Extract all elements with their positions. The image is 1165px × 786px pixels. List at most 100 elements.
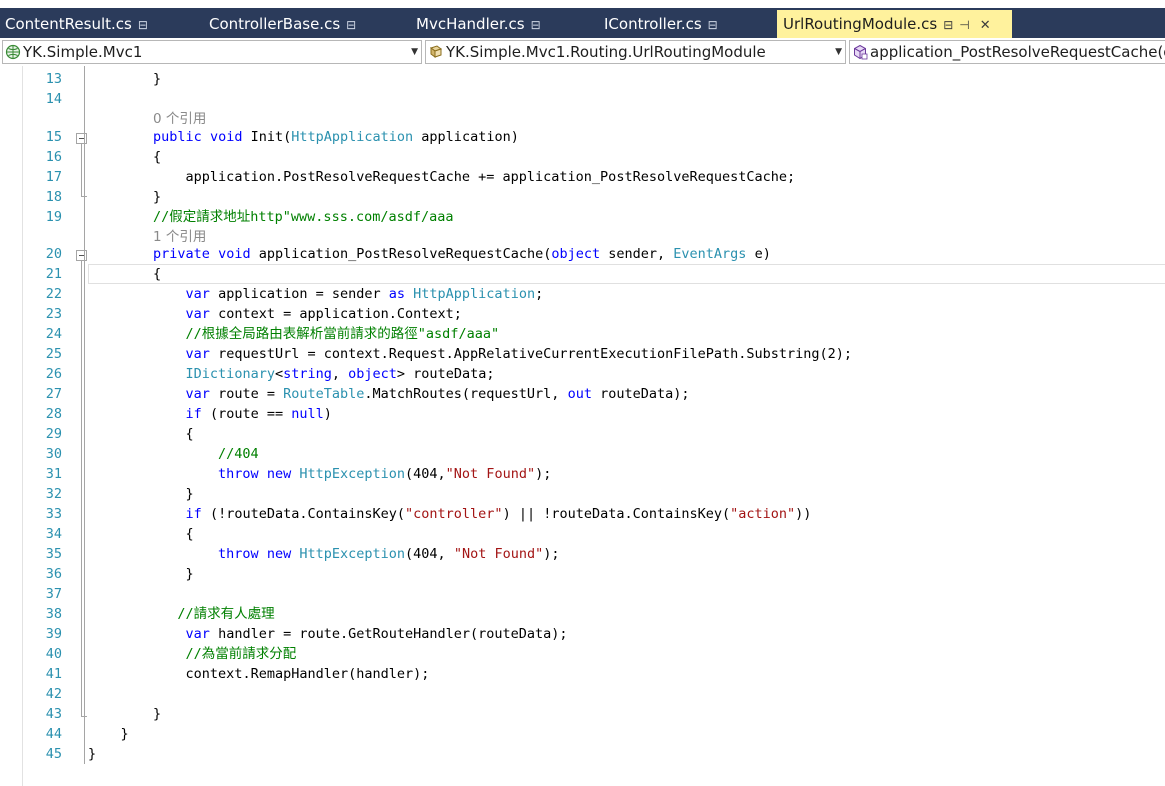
type-label: YK.Simple.Mvc1.Routing.UrlRoutingModule — [446, 43, 766, 61]
line-number: 36 — [45, 566, 62, 582]
code-line-18: } — [153, 189, 162, 205]
line-number: 30 — [45, 446, 62, 462]
tab-controllerbase[interactable]: ControllerBase.cs ⊟ — [209, 10, 356, 38]
code-line-29: { — [185, 426, 194, 442]
code-line-28: if (route == null) — [185, 406, 332, 422]
pin-icon[interactable]: ⊟ — [531, 18, 541, 32]
code-line-16: { — [153, 149, 162, 165]
code-line-27: var route = RouteTable.MatchRoutes(reque… — [185, 386, 690, 402]
code-line-26: IDictionary<string, object> routeData; — [185, 366, 495, 382]
code-line-20: private void application_PostResolveRequ… — [153, 246, 771, 262]
navigation-bar: YK.Simple.Mvc1 ▼ YK.Simple.Mvc1.Routing.… — [0, 38, 1165, 67]
code-line-34: { — [185, 526, 194, 542]
code-editor[interactable]: 13 14 15 16 17 18 19 20 21 22 23 24 25 2… — [0, 66, 1165, 786]
line-number: 15 — [45, 129, 62, 145]
pin-icon[interactable]: ⊟ — [346, 18, 356, 32]
line-number: 38 — [45, 606, 62, 622]
line-number: 17 — [45, 169, 62, 185]
code-line-38: //請求有人處理 — [177, 606, 275, 622]
tab-label: IController.cs — [604, 15, 702, 33]
project-icon — [5, 44, 21, 60]
line-number: 24 — [45, 326, 62, 342]
outline-guide — [81, 144, 82, 196]
code-line-41: context.RemapHandler(handler); — [185, 666, 430, 682]
member-dropdown[interactable]: application_PostResolveRequestCache(o — [849, 40, 1165, 64]
code-line-32: } — [185, 486, 194, 502]
codelens-references[interactable]: 0 个引用 — [153, 109, 206, 129]
current-line-highlight — [88, 264, 1165, 284]
member-label: application_PostResolveRequestCache(o — [870, 43, 1165, 61]
project-label: YK.Simple.Mvc1 — [23, 43, 143, 61]
tab-label: ControllerBase.cs — [209, 15, 341, 33]
code-line-36: } — [185, 566, 194, 582]
code-line-35: throw new HttpException(404, "Not Found"… — [218, 546, 560, 562]
tab-icontroller[interactable]: IController.cs ⊟ — [604, 10, 718, 38]
dropdown-arrow-icon: ▼ — [835, 47, 842, 57]
code-line-21: { — [153, 266, 162, 282]
line-number: 20 — [45, 246, 62, 262]
code-line-19: //假定請求地址http"www.sss.com/asdf/aaa — [153, 209, 454, 225]
collapse-toggle-icon[interactable] — [76, 250, 87, 261]
line-number: 31 — [45, 466, 62, 482]
code-line-33: if (!routeData.ContainsKey("controller")… — [185, 506, 812, 522]
tab-contentresult[interactable]: ContentResult.cs ⊟ — [5, 10, 148, 38]
code-line-23: var context = application.Context; — [185, 306, 462, 322]
line-number: 40 — [45, 646, 62, 662]
outline-guide — [81, 261, 82, 716]
outline-guide — [84, 66, 85, 764]
method-icon — [854, 44, 868, 60]
line-number: 44 — [45, 726, 62, 742]
line-number: 35 — [45, 546, 62, 562]
pin-icon[interactable]: ⊟ — [943, 18, 953, 32]
tab-mvchandler[interactable]: MvcHandler.cs ⊟ — [416, 10, 541, 38]
code-line-13: } — [153, 71, 162, 87]
code-line-45: } — [88, 746, 97, 762]
line-number: 26 — [45, 366, 62, 382]
collapse-toggle-icon[interactable] — [76, 133, 87, 144]
line-number: 28 — [45, 406, 62, 422]
tab-label: MvcHandler.cs — [416, 15, 525, 33]
dock-icon[interactable]: ⊣ — [959, 18, 969, 32]
pin-icon[interactable]: ⊟ — [708, 18, 718, 32]
code-line-43: } — [153, 706, 162, 722]
code-line-31: throw new HttpException(404,"Not Found")… — [218, 466, 552, 482]
document-tab-strip: ContentResult.cs ⊟ ControllerBase.cs ⊟ Mvc… — [0, 0, 1165, 38]
line-number: 27 — [45, 386, 62, 402]
line-number: 43 — [45, 706, 62, 722]
line-number: 33 — [45, 506, 62, 522]
line-number: 34 — [45, 526, 62, 542]
tab-urlroutingmodule[interactable]: UrlRoutingModule.cs ⊟ ⊣ ✕ — [777, 10, 1012, 38]
code-line-17: application.PostResolveRequestCache += a… — [185, 169, 796, 185]
line-number: 25 — [45, 346, 62, 362]
line-number: 37 — [45, 586, 62, 602]
line-number: 16 — [45, 149, 62, 165]
code-line-22: var application = sender as HttpApplicat… — [185, 286, 544, 302]
indicator-margin — [22, 66, 23, 786]
line-number: 18 — [45, 189, 62, 205]
tab-label: ContentResult.cs — [5, 15, 132, 33]
type-dropdown[interactable]: YK.Simple.Mvc1.Routing.UrlRoutingModule … — [425, 40, 846, 64]
line-number: 42 — [45, 686, 62, 702]
code-line-44: } — [120, 726, 129, 742]
project-dropdown[interactable]: YK.Simple.Mvc1 ▼ — [2, 40, 422, 64]
tab-label: UrlRoutingModule.cs — [783, 15, 938, 33]
line-number: 13 — [45, 71, 62, 87]
pin-icon[interactable]: ⊟ — [138, 18, 148, 32]
code-line-40: //為當前請求分配 — [185, 646, 297, 662]
line-number: 41 — [45, 666, 62, 682]
line-number: 14 — [45, 91, 62, 107]
code-line-39: var handler = route.GetRouteHandler(rout… — [185, 626, 568, 642]
dropdown-arrow-icon: ▼ — [411, 47, 418, 57]
line-number: 19 — [45, 209, 62, 225]
line-number: 39 — [45, 626, 62, 642]
class-icon — [429, 45, 443, 58]
line-number: 22 — [45, 286, 62, 302]
line-number: 29 — [45, 426, 62, 442]
close-icon[interactable]: ✕ — [980, 18, 991, 33]
code-line-25: var requestUrl = context.Request.AppRela… — [185, 346, 853, 362]
line-number: 32 — [45, 486, 62, 502]
code-line-30: //404 — [218, 446, 259, 462]
line-number: 45 — [45, 746, 62, 762]
code-line-15: public void Init(HttpApplication applica… — [153, 129, 519, 145]
line-number: 23 — [45, 306, 62, 322]
